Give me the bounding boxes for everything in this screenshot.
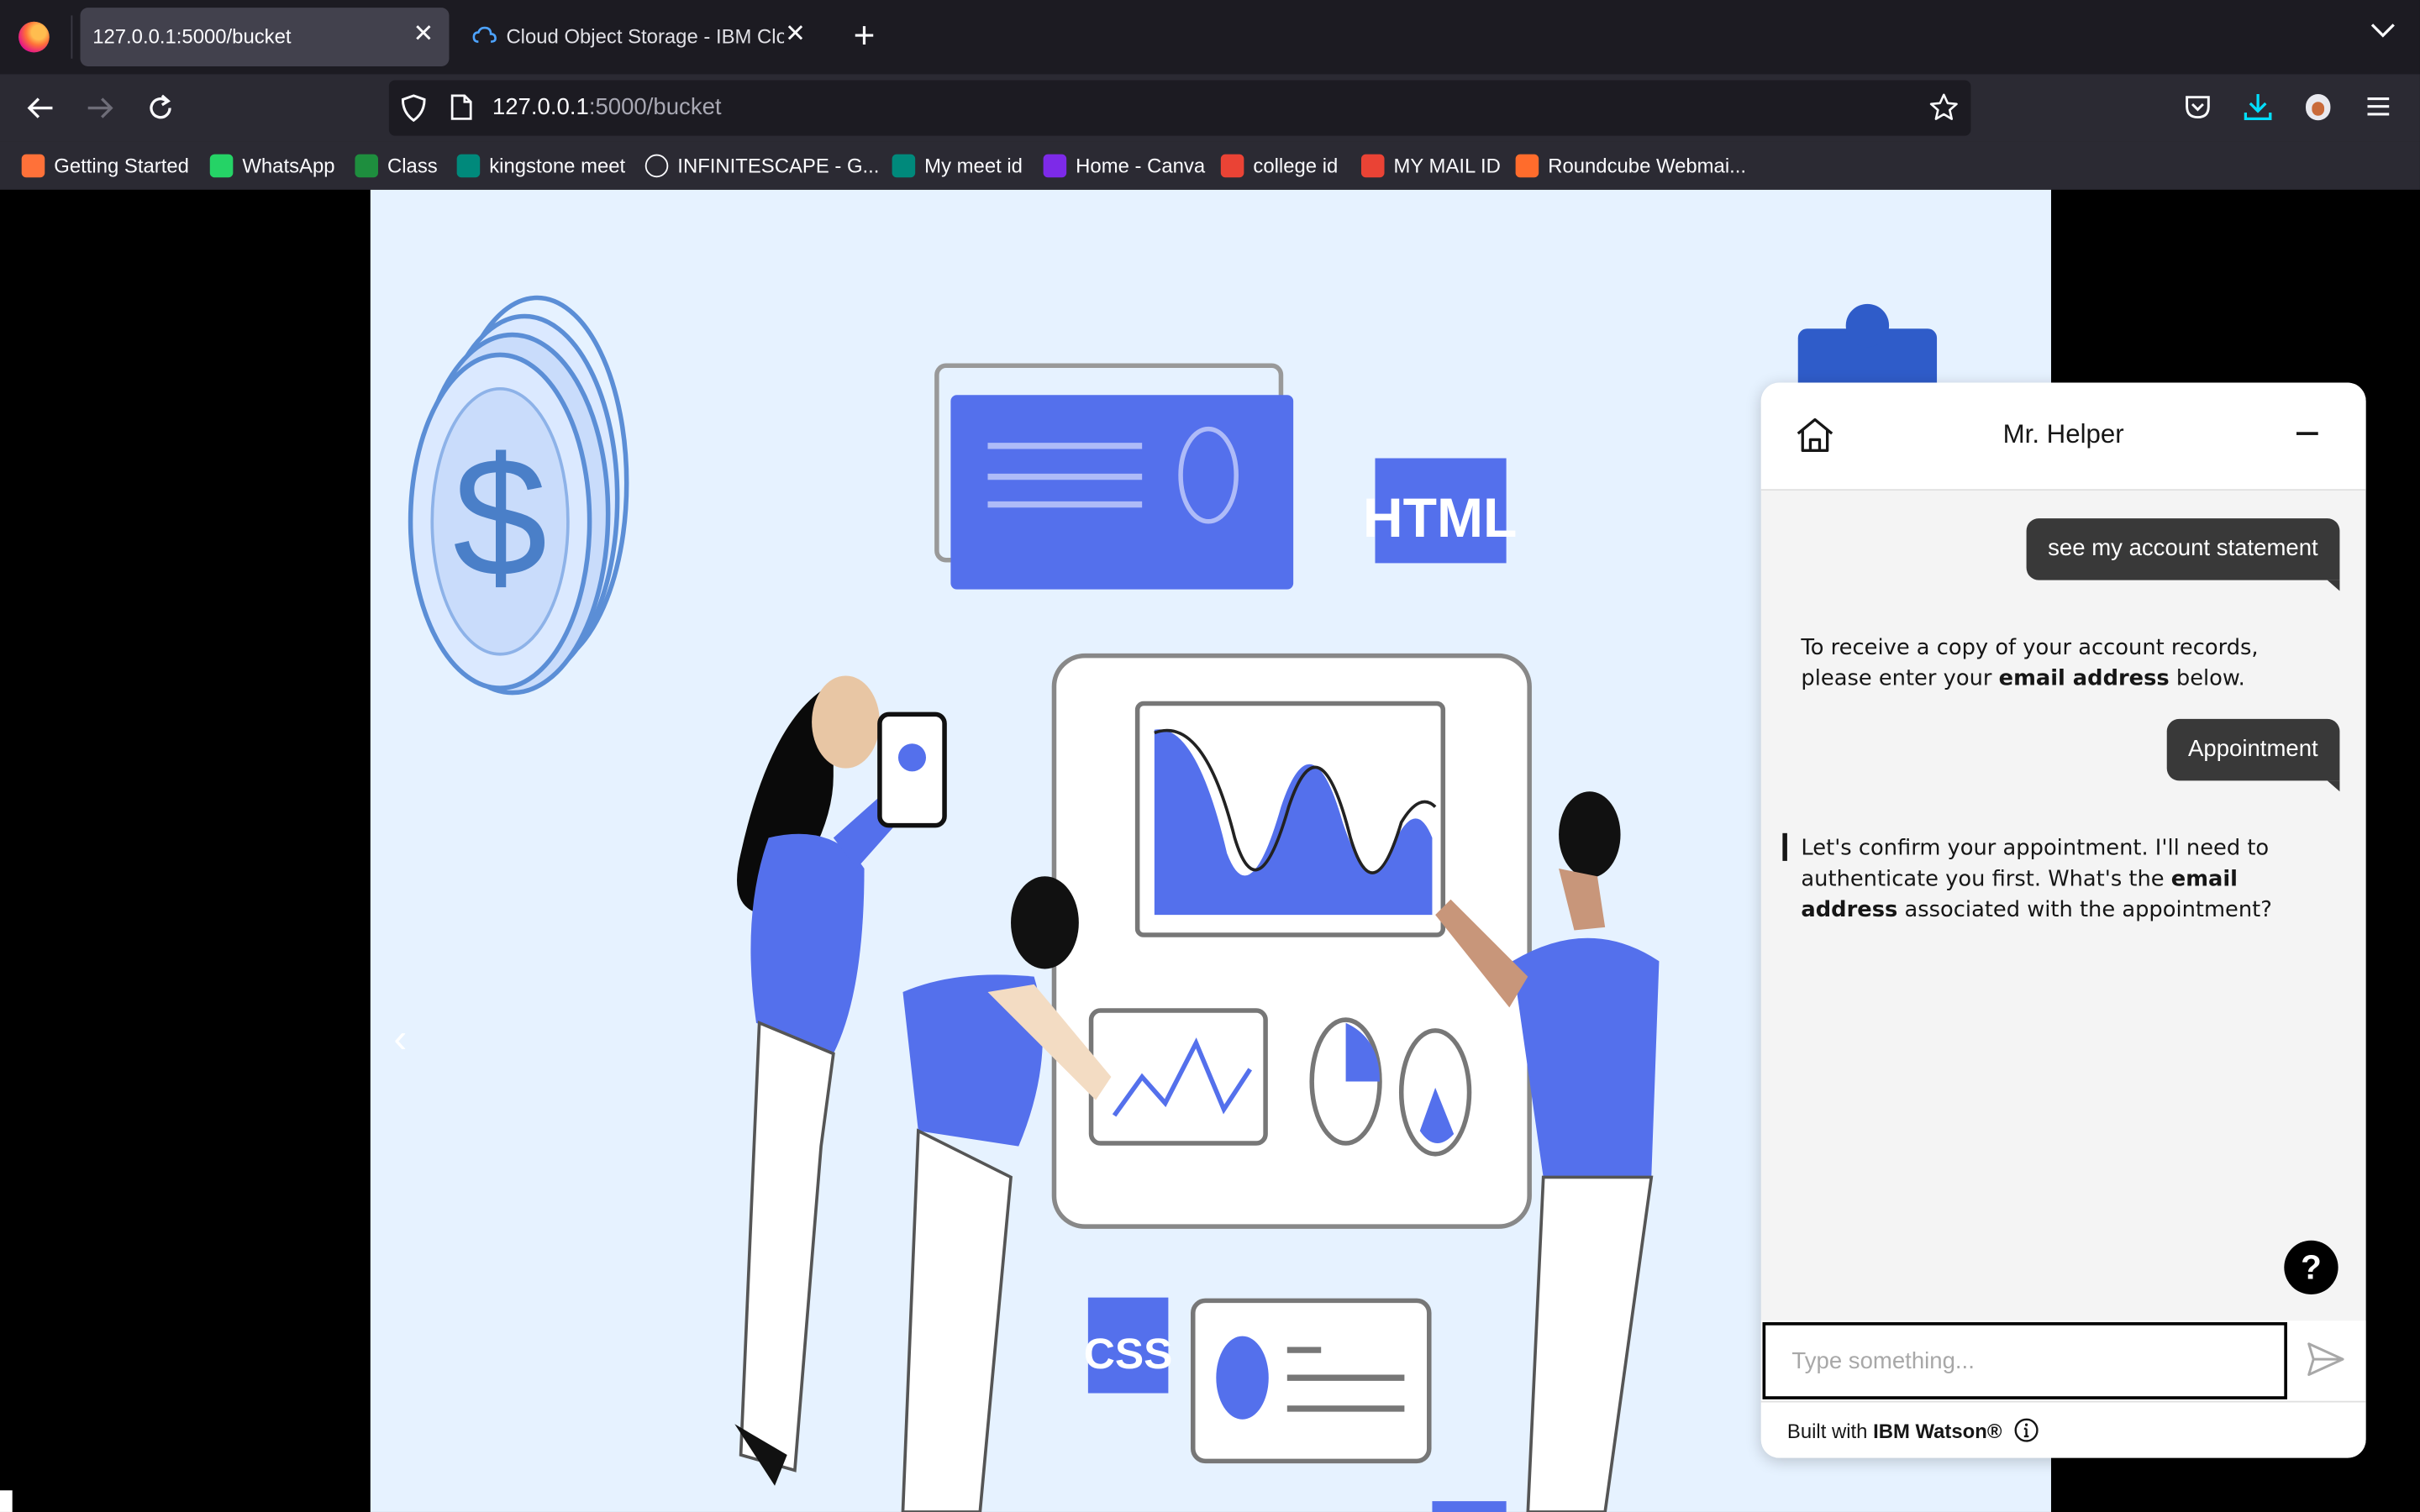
bookmark-label: college id xyxy=(1253,153,1339,177)
globe-icon xyxy=(644,153,669,177)
powered-by-text: Built with IBM Watson® xyxy=(1787,1420,2002,1443)
app-menu-icon[interactable] xyxy=(2366,96,2391,118)
firefox-menu-icon[interactable] xyxy=(18,21,50,53)
powered-by-prefix: Built with xyxy=(1786,1419,1874,1443)
meet-icon xyxy=(456,153,481,177)
bookmark-item[interactable]: kingstone meet xyxy=(456,151,626,179)
extension-icon[interactable] xyxy=(2306,94,2331,121)
bookmark-label: INFINITESCAPE - G... xyxy=(677,153,880,177)
tab-strip: 127.0.0.1:5000/bucket ✕ Cloud Object Sto… xyxy=(0,0,2420,75)
bookmark-item[interactable]: My meet id xyxy=(892,151,1023,179)
send-icon[interactable] xyxy=(2307,1342,2344,1376)
whatsapp-icon xyxy=(209,153,234,177)
latest-message-marker xyxy=(1782,832,1787,861)
bookmark-item[interactable]: college id xyxy=(1220,151,1339,179)
close-tab-icon[interactable]: ✕ xyxy=(413,22,434,50)
help-button[interactable]: ? xyxy=(2284,1240,2338,1294)
page-corner-mark xyxy=(0,1490,13,1512)
reload-icon[interactable] xyxy=(142,90,179,127)
tracking-protection-shield-icon[interactable] xyxy=(401,94,426,123)
bookmark-label: My meet id xyxy=(924,153,1023,177)
chat-title: Mr. Helper xyxy=(2002,419,2124,449)
back-icon[interactable] xyxy=(22,90,59,127)
bookmark-item[interactable]: Getting Started xyxy=(21,151,189,179)
bookmark-item[interactable]: INFINITESCAPE - G... xyxy=(644,151,880,179)
bookmark-star-icon[interactable] xyxy=(1929,92,1959,122)
bot-text: below. xyxy=(2169,666,2245,691)
url-path: :5000/bucket xyxy=(588,94,722,121)
firefox-icon xyxy=(21,153,45,177)
html-badge: HTML xyxy=(1363,487,1518,549)
bookmark-item[interactable]: Roundcube Webmai... xyxy=(1515,151,1747,179)
bot-text-bold: email address xyxy=(1998,666,2170,691)
bookmark-label: Roundcube Webmai... xyxy=(1548,153,1747,177)
bookmark-item[interactable]: MY MAIL ID xyxy=(1360,151,1501,179)
list-all-tabs-icon[interactable] xyxy=(2370,22,2395,40)
powered-by-brand: IBM Watson® xyxy=(1873,1419,2002,1443)
css-badge: CSS xyxy=(1084,1329,1173,1378)
url-host: 127.0.0.1 xyxy=(492,94,589,121)
bot-text: associated with the appointment? xyxy=(1897,897,2272,923)
bot-message: To receive a copy of your account record… xyxy=(1801,633,2333,694)
bookmark-label: MY MAIL ID xyxy=(1393,153,1501,177)
bot-message: Let's confirm your appointment. I'll nee… xyxy=(1801,833,2333,926)
cpanel-icon xyxy=(1515,153,1539,177)
browser-window: 127.0.0.1:5000/bucket ✕ Cloud Object Sto… xyxy=(0,0,2420,1512)
classroom-icon xyxy=(355,153,378,177)
forward-icon[interactable] xyxy=(82,90,118,127)
bookmark-label: kingstone meet xyxy=(489,153,626,177)
user-message: see my account statement xyxy=(2026,518,2340,591)
chat-header: Mr. Helper xyxy=(1760,382,2366,491)
url-text[interactable]: 127.0.0.1:5000/bucket xyxy=(492,94,722,120)
bookmark-item[interactable]: WhatsApp xyxy=(209,151,335,179)
gmail-icon xyxy=(1220,153,1244,177)
chat-widget: Mr. Helper see my account statement To r… xyxy=(1760,382,2366,1458)
tab-active[interactable]: 127.0.0.1:5000/bucket ✕ xyxy=(80,8,450,66)
chat-message-input[interactable] xyxy=(1762,1322,2287,1399)
info-icon[interactable] xyxy=(2014,1418,2039,1442)
tab-cloud-storage[interactable]: Cloud Object Storage - IBM Cloud ✕ xyxy=(458,8,821,66)
user-message: Appointment xyxy=(2166,718,2340,792)
canva-icon xyxy=(1043,153,1067,177)
dollar-sign: $ xyxy=(453,422,547,612)
carousel-prev-arrow[interactable]: ‹ xyxy=(393,1018,407,1058)
tab-label: Cloud Object Storage - IBM Cloud xyxy=(506,24,785,48)
bookmark-label: Class xyxy=(387,153,438,177)
gmail-icon xyxy=(1360,153,1385,177)
minimize-icon[interactable] xyxy=(2296,432,2318,435)
downloads-icon[interactable] xyxy=(2244,92,2272,120)
close-tab-icon[interactable]: ✕ xyxy=(785,22,806,50)
chat-input-area xyxy=(1760,1320,2366,1401)
ibm-cloud-icon xyxy=(472,26,497,43)
coin-stack-icon: $ xyxy=(408,295,629,696)
pocket-icon[interactable] xyxy=(2184,94,2212,120)
bookmark-label: WhatsApp xyxy=(242,153,335,177)
chat-footer: Built with IBM Watson® xyxy=(1760,1400,2366,1458)
page-info-icon[interactable] xyxy=(450,94,472,120)
new-tab-button[interactable]: + xyxy=(846,15,883,58)
bookmark-item[interactable]: Class xyxy=(355,151,438,179)
bookmark-label: Getting Started xyxy=(54,153,189,177)
meet-icon xyxy=(892,153,916,177)
tab-separator xyxy=(71,15,73,59)
bookmark-label: Home - Canva xyxy=(1076,153,1206,177)
bookmark-item[interactable]: Home - Canva xyxy=(1043,151,1206,179)
tab-label: 127.0.0.1:5000/bucket xyxy=(92,24,292,48)
